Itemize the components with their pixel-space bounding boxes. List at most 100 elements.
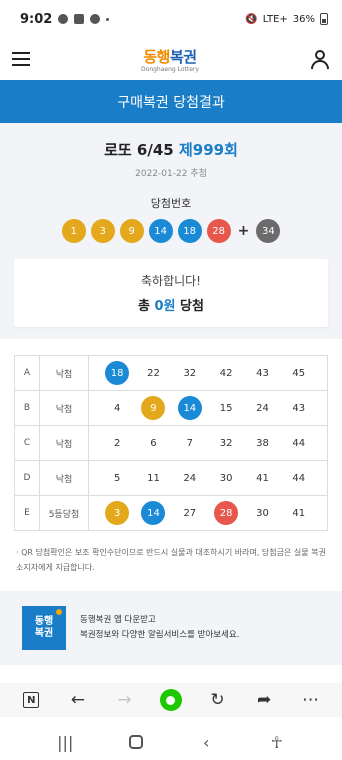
- forward-arrow-icon[interactable]: →: [113, 689, 135, 711]
- ticket-number: 45: [292, 367, 306, 379]
- ticket-number: 4: [113, 402, 121, 414]
- ticket-result: 5등당첨: [39, 495, 89, 531]
- ticket-row: A 낙첨 18 22 32 42 43 45: [14, 355, 328, 391]
- winning-numbers-label: 당첨번호: [150, 197, 192, 210]
- winning-number-ball: 1: [61, 219, 86, 243]
- ticket-number: 27: [183, 507, 197, 519]
- ticket-table: A 낙첨 18 22 32 42 43 45 B 낙첨 4 9 14 15 24 43 C 낙첨 2 6 7 32 38 44…: [14, 355, 328, 531]
- ticket-number: 41: [256, 472, 269, 484]
- user-account-icon[interactable]: [310, 49, 330, 69]
- accessibility-icon[interactable]: ☥: [265, 733, 289, 752]
- ticket-slot: B: [14, 390, 40, 426]
- ticket-number-matched: 28: [214, 501, 239, 525]
- app-header: 동행복권 Donghaeng Lottery: [0, 38, 342, 80]
- ticket-slot: A: [14, 355, 40, 391]
- winning-number-ball: 28: [206, 219, 231, 243]
- ticket-row: D 낙첨 5 11 24 30 41 44: [14, 460, 328, 496]
- winning-number-ball: 9: [119, 219, 144, 243]
- game-name: 로또 6/45: [104, 141, 174, 159]
- ticket-number: 15: [219, 402, 233, 414]
- ticket-slot: C: [14, 425, 40, 461]
- ticket-result: 낙첨: [39, 390, 89, 426]
- recent-apps-icon[interactable]: |||: [53, 733, 77, 752]
- status-time: 9:02: [20, 11, 53, 27]
- ticket-numbers-cell: 5 11 24 30 41 44: [88, 460, 328, 496]
- browser-toolbar: N ← → ↻ ➦ ⋯: [0, 683, 342, 717]
- congrats-text: 축하합니다!: [140, 274, 201, 288]
- logo-text-2: 복권: [169, 47, 197, 66]
- ticket-number: 30: [219, 472, 233, 484]
- logo-subtitle: Donghaeng Lottery: [141, 65, 199, 73]
- winning-number-ball: 18: [177, 219, 202, 243]
- ticket-row: B 낙첨 4 9 14 15 24 43: [14, 390, 328, 426]
- ticket-number: 42: [219, 367, 233, 379]
- congrats-card: 축하합니다! 총 0원 당첨: [14, 259, 328, 327]
- mute-icon: 🔇: [245, 13, 258, 25]
- bonus-number-ball: 34: [256, 219, 281, 243]
- ticket-numbers-cell: 4 9 14 15 24 43: [88, 390, 328, 426]
- prize-amount: 0원: [154, 299, 176, 314]
- status-right: 🔇 LTE+ 36%: [245, 13, 328, 25]
- ticket-number: 38: [256, 437, 269, 449]
- total-prize: 총 0원 당첨: [138, 295, 204, 314]
- ticket-number: 44: [292, 472, 306, 484]
- gallery-notification-icon: [74, 14, 85, 24]
- share-icon[interactable]: ➦: [253, 689, 275, 711]
- status-left: 9:02: [20, 11, 110, 27]
- back-arrow-icon[interactable]: ←: [67, 689, 89, 711]
- app-download-banner[interactable]: 동행 복권 동행복권 앱 다운받고 복권정보와 다양한 알림서비스를 받아보세요…: [0, 591, 342, 666]
- ticket-number: 22: [147, 367, 160, 379]
- ticket-number: 24: [183, 472, 197, 484]
- ticket-number: 30: [256, 507, 269, 519]
- naver-n-icon[interactable]: N: [20, 689, 42, 711]
- ticket-number-matched: 18: [105, 361, 130, 385]
- app-banner-line-1: 동행복권 앱 다운받고: [80, 615, 156, 626]
- chat-notification-icon: [58, 14, 69, 24]
- bonus-plus-sign: +: [237, 223, 250, 239]
- ticket-row: C 낙첨 2 6 7 32 38 44: [14, 425, 328, 461]
- battery-icon: [320, 13, 328, 25]
- reload-icon[interactable]: ↻: [207, 689, 229, 711]
- google-notification-icon: [90, 14, 101, 24]
- app-banner-text: 동행복권 앱 다운받고 복권정보와 다양한 알림서비스를 받아보세요.: [80, 613, 239, 644]
- winning-numbers: 1 3 9 14 18 28 +34: [14, 219, 328, 243]
- logo-text-1: 동행: [143, 47, 170, 66]
- ticket-number: 43: [256, 367, 269, 379]
- draw-date: 2022-01-22 추첨: [135, 169, 207, 179]
- ticket-numbers-cell: 2 6 7 32 38 44: [88, 425, 328, 461]
- hamburger-menu-icon[interactable]: [12, 52, 30, 66]
- ticket-numbers-cell: 18 22 32 42 43 45: [88, 355, 328, 391]
- ticket-number: 11: [147, 472, 160, 484]
- prize-prefix: 총: [138, 299, 155, 314]
- qr-notice: · QR 당첨확인은 보조 확인수단이므로 반드시 실물과 대조하시기 바라며,…: [16, 548, 326, 573]
- winning-number-ball: 14: [148, 219, 173, 243]
- ticket-slot: E: [14, 495, 40, 531]
- home-icon[interactable]: [124, 735, 148, 749]
- ticket-number: 7: [186, 437, 193, 449]
- ticket-slot: D: [14, 460, 40, 496]
- draw-result-section: 로또 6/45 제999회 2022-01-22 추첨 당첨번호 1 3 9 14 18…: [0, 123, 342, 339]
- ticket-result: 낙첨: [39, 425, 89, 461]
- ticket-row: E 5등당첨 3 14 27 28 30 41: [14, 495, 328, 531]
- app-icon-line-1: 동행: [34, 615, 54, 627]
- back-icon[interactable]: ‹: [194, 733, 218, 752]
- ticket-number: 32: [183, 367, 197, 379]
- app-icon-line-2: 복권: [34, 628, 54, 640]
- winning-number-ball: 3: [90, 219, 115, 243]
- status-bar: 9:02 🔇 LTE+ 36%: [0, 0, 342, 38]
- ticket-number: 44: [292, 437, 306, 449]
- ticket-number: 32: [219, 437, 233, 449]
- ticket-number: 41: [292, 507, 306, 519]
- ticket-number-matched: 14: [177, 396, 202, 420]
- round-title: 로또 6/45 제999회: [14, 139, 328, 160]
- more-icon[interactable]: ⋯: [300, 689, 322, 711]
- dhlottery-logo[interactable]: 동행복권 Donghaeng Lottery: [141, 46, 199, 73]
- ticket-number: 43: [292, 402, 306, 414]
- dhlottery-app-icon[interactable]: 동행 복권: [22, 606, 66, 651]
- ticket-number-matched: 14: [141, 501, 166, 525]
- page-title: 구매복권 당첨결과: [0, 80, 342, 123]
- ticket-number: 24: [256, 402, 269, 414]
- system-navigation-bar: ||| ‹ ☥: [0, 724, 342, 760]
- app-banner-line-2: 복권정보와 다양한 알림서비스를 받아보세요.: [80, 630, 240, 641]
- home-green-icon[interactable]: [159, 689, 182, 711]
